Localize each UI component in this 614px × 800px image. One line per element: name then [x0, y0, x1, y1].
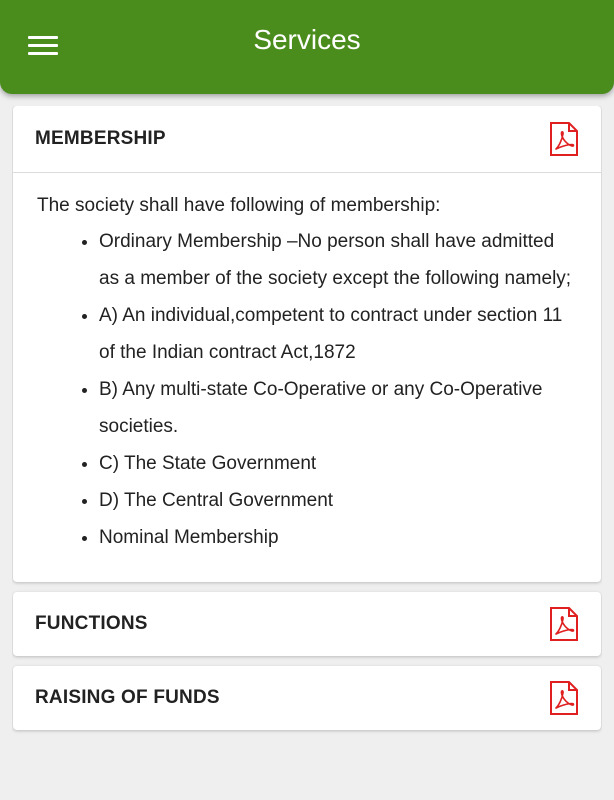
- services-list[interactable]: MEMBERSHIP The society shall have follow…: [12, 106, 602, 800]
- section-title: RAISING OF FUNDS: [35, 687, 220, 708]
- section-header-membership[interactable]: MEMBERSHIP: [13, 106, 601, 173]
- pdf-icon[interactable]: [549, 681, 579, 715]
- list-item: C) The State Government: [99, 445, 577, 482]
- list-item: D) The Central Government: [99, 482, 577, 519]
- section-title: MEMBERSHIP: [35, 128, 166, 149]
- section-body-membership: The society shall have following of memb…: [13, 173, 601, 582]
- section-header-raising-of-funds[interactable]: RAISING OF FUNDS: [13, 666, 601, 730]
- membership-intro: The society shall have following of memb…: [37, 195, 441, 216]
- list-item: Ordinary Membership –No person shall hav…: [99, 223, 577, 297]
- list-item: A) An individual,competent to contract u…: [99, 297, 577, 371]
- app-bar: Services: [0, 0, 614, 94]
- page-title: Services: [253, 24, 361, 55]
- section-card-functions: FUNCTIONS: [13, 592, 601, 656]
- section-header-functions[interactable]: FUNCTIONS: [13, 592, 601, 656]
- pdf-icon[interactable]: [549, 607, 579, 641]
- pdf-icon[interactable]: [549, 122, 579, 156]
- section-card-raising-of-funds: RAISING OF FUNDS: [13, 666, 601, 730]
- section-title: FUNCTIONS: [35, 613, 148, 634]
- membership-list: Ordinary Membership –No person shall hav…: [37, 223, 577, 556]
- list-item: Nominal Membership: [99, 519, 577, 556]
- section-card-membership: MEMBERSHIP The society shall have follow…: [13, 106, 601, 582]
- list-item: B) Any multi-state Co-Operative or any C…: [99, 371, 577, 445]
